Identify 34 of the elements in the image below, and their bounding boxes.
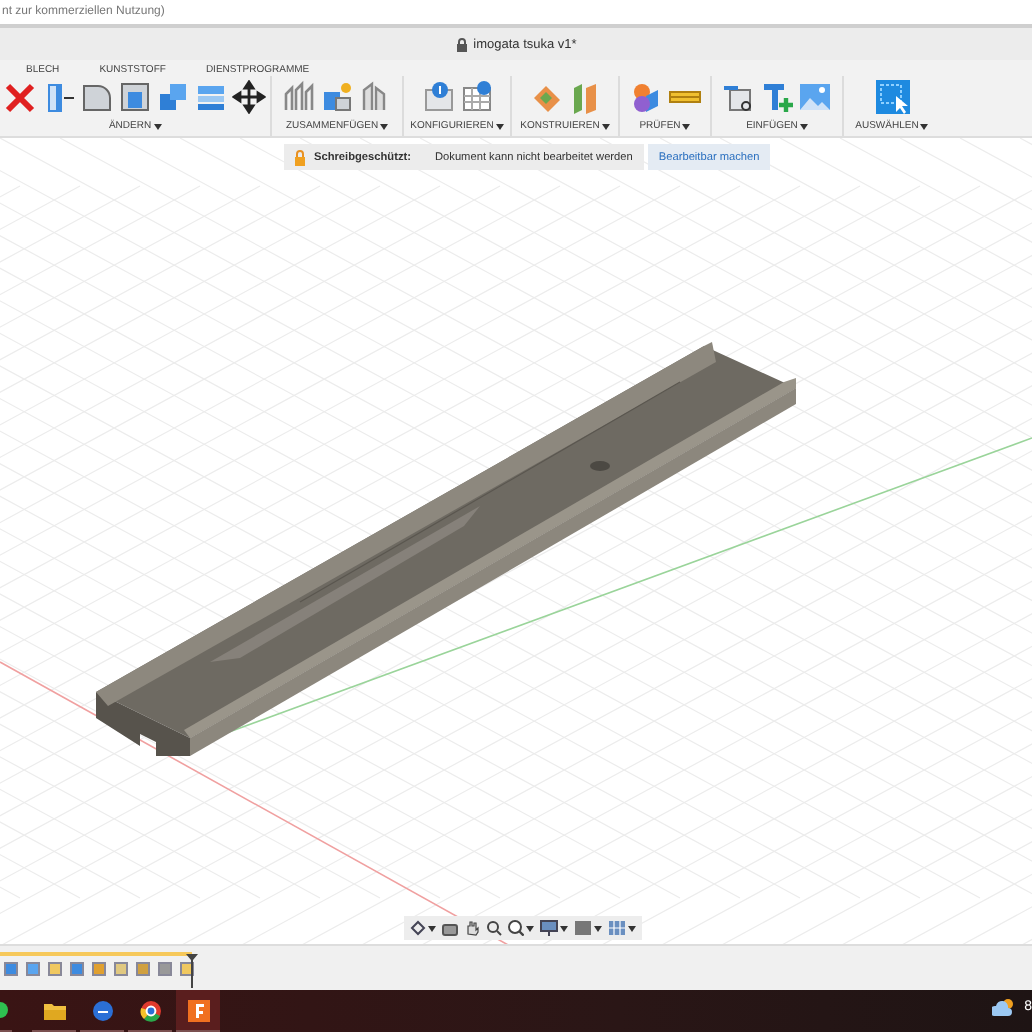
caret-icon[interactable] xyxy=(594,925,602,931)
caret-icon[interactable] xyxy=(920,123,929,129)
display-icon[interactable] xyxy=(540,920,558,936)
shell-icon[interactable] xyxy=(118,80,152,114)
select-icon[interactable] xyxy=(875,80,909,114)
caret-icon[interactable] xyxy=(380,123,389,129)
fillet-icon[interactable] xyxy=(80,80,114,114)
combine-icon[interactable] xyxy=(156,80,190,114)
browser-icon[interactable] xyxy=(139,999,161,1021)
zoom-window-icon[interactable] xyxy=(508,920,524,936)
weather-icon xyxy=(992,998,1016,1016)
caret-icon[interactable] xyxy=(495,123,504,129)
folder-icon[interactable] xyxy=(43,1001,65,1019)
table-icon[interactable] xyxy=(459,80,493,114)
pan-hand-icon[interactable] xyxy=(464,920,480,936)
app-icon[interactable] xyxy=(0,1002,8,1018)
app-icon[interactable] xyxy=(91,999,113,1021)
caret-icon[interactable] xyxy=(526,925,534,931)
caret-icon[interactable] xyxy=(682,123,691,129)
timeline-marker[interactable] xyxy=(186,954,198,988)
lock-icon xyxy=(455,37,468,51)
move-icon[interactable] xyxy=(232,80,266,114)
delete-icon[interactable] xyxy=(4,80,38,114)
app-icon[interactable] xyxy=(187,999,209,1021)
caret-icon[interactable] xyxy=(628,925,636,931)
lock-icon xyxy=(294,149,306,165)
caret-icon[interactable] xyxy=(560,925,568,931)
caret-icon[interactable] xyxy=(799,123,808,129)
caret-icon[interactable] xyxy=(153,123,162,129)
zoom-icon[interactable] xyxy=(486,920,502,936)
caret-icon[interactable] xyxy=(428,925,436,931)
layers-icon[interactable] xyxy=(194,80,228,114)
caret-icon[interactable] xyxy=(601,123,610,129)
visual-style-icon[interactable] xyxy=(574,920,592,936)
